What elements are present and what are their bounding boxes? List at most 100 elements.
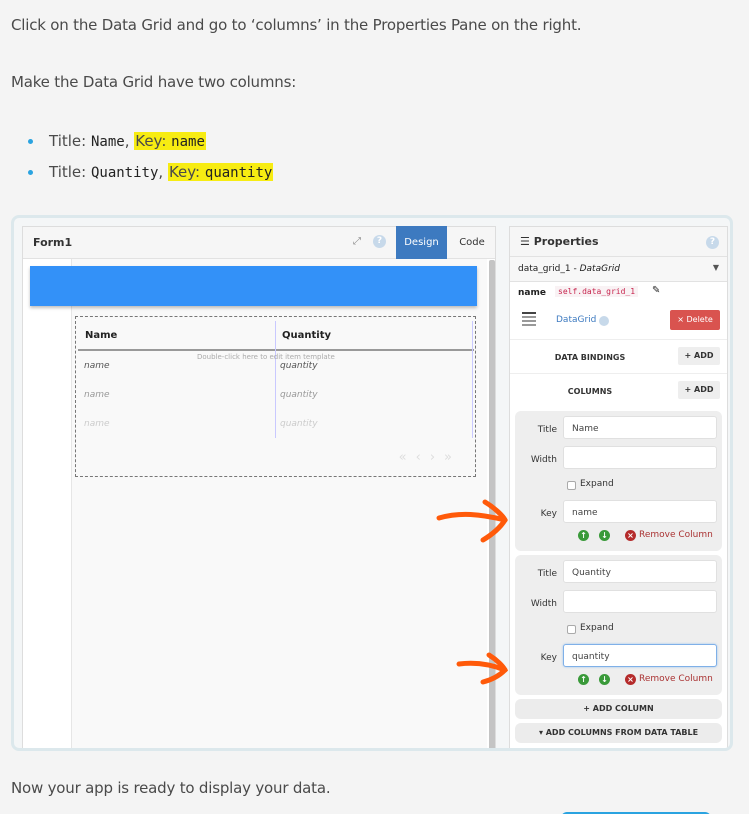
canvas-left-gutter	[23, 259, 72, 748]
prev-page-icon[interactable]: ‹	[416, 450, 430, 465]
column-editor: Title Name Width Expand Key name ↑ ↓ × R…	[515, 411, 722, 551]
width-label: Width	[530, 455, 557, 465]
column-title-input[interactable]: Name	[563, 416, 717, 439]
add-binding-button[interactable]: + ADD	[678, 347, 720, 365]
bullet-dot	[28, 139, 33, 144]
key-label: Key	[540, 653, 557, 663]
instruction-step-2: Make the Data Grid have two columns:	[11, 73, 297, 91]
add-column-button[interactable]: + ADD	[678, 381, 720, 399]
expand-icon[interactable]: ⤢	[353, 236, 361, 247]
sliders-icon: ☰	[520, 235, 530, 248]
name-value: self.data_grid_1	[555, 286, 639, 297]
component-selector[interactable]: data_grid_1 - DataGrid ▼	[510, 257, 727, 282]
column-spec-item: Title: Quantity, Key: quantity	[28, 161, 274, 192]
grid-pager: «‹›»	[399, 450, 461, 465]
screenshot-frame: Form1 ⤢ ? Design Code Name Quantity Doub…	[11, 215, 733, 751]
column-width-input[interactable]	[563, 590, 717, 613]
delete-button[interactable]: × Delete	[670, 310, 720, 330]
move-down-icon[interactable]: ↓	[599, 674, 610, 685]
column-spec-item: Title: Name, Key: name	[28, 130, 273, 161]
move-up-icon[interactable]: ↑	[578, 674, 589, 685]
columns-section: COLUMNS + ADD	[510, 374, 727, 408]
separator: -	[570, 264, 580, 274]
column-divider	[275, 321, 276, 438]
width-label: Width	[530, 599, 557, 609]
data-bindings-section: DATA BINDINGS + ADD	[510, 340, 727, 374]
expand-checkbox[interactable]	[567, 625, 576, 634]
grid-cell: quantity	[280, 361, 318, 371]
properties-panel: ☰ Properties ? data_grid_1 - DataGrid ▼ …	[509, 226, 728, 748]
annotation-arrow-icon	[436, 499, 508, 543]
help-icon[interactable]: ?	[373, 235, 386, 248]
last-page-icon[interactable]: »	[444, 450, 461, 465]
instruction-step-1: Click on the Data Grid and go to ‘column…	[11, 16, 582, 34]
separator: ,	[158, 163, 168, 181]
component-type-link[interactable]: DataGrid	[556, 315, 596, 325]
title-label: Title	[537, 569, 557, 579]
grid-cell: quantity	[280, 390, 318, 400]
tab-design[interactable]: Design	[396, 226, 447, 259]
title-prefix: Title:	[49, 163, 91, 181]
form-designer: Form1 ⤢ ? Design Code Name Quantity Doub…	[22, 226, 497, 748]
tab-code[interactable]: Code	[447, 227, 497, 259]
help-icon[interactable]	[599, 316, 609, 326]
properties-header: ☰ Properties ?	[510, 227, 727, 257]
remove-column-button[interactable]: Remove Column	[639, 530, 713, 540]
component-type-row: DataGrid × Delete	[510, 304, 727, 340]
title-label: Title	[537, 425, 557, 435]
component-id: data_grid_1	[518, 264, 571, 274]
add-columns-from-table-button[interactable]: ▾ ADD COLUMNS FROM DATA TABLE	[515, 723, 722, 743]
data-grid[interactable]: Name Quantity Double-click here to edit …	[75, 316, 476, 477]
expand-label: Expand	[580, 623, 614, 633]
remove-column-button[interactable]: Remove Column	[639, 674, 713, 684]
column-key-input[interactable]: quantity	[563, 644, 717, 667]
section-title: DATA BINDINGS	[554, 353, 626, 362]
column-width-input[interactable]	[563, 446, 717, 469]
remove-icon[interactable]: ×	[625, 530, 636, 541]
section-title: COLUMNS	[567, 387, 613, 396]
separator: ,	[124, 132, 135, 150]
key-value: quantity	[204, 165, 273, 181]
column-title-input[interactable]: Quantity	[563, 560, 717, 583]
key-prefix: Key:	[135, 132, 172, 150]
remove-icon[interactable]: ×	[625, 674, 636, 685]
annotation-arrow-icon	[456, 652, 509, 685]
move-up-icon[interactable]: ↑	[578, 530, 589, 541]
header-panel[interactable]	[30, 266, 477, 306]
grid-cell: name	[84, 419, 110, 429]
move-down-icon[interactable]: ↓	[599, 530, 610, 541]
name-label: name	[518, 288, 546, 298]
pencil-icon[interactable]: ✎	[652, 285, 660, 296]
first-page-icon[interactable]: «	[399, 450, 416, 465]
column-key-input[interactable]: name	[563, 500, 717, 523]
column-spec-list: Title: Name, Key: name Title: Quantity, …	[28, 130, 274, 192]
help-icon[interactable]: ?	[706, 236, 719, 249]
properties-title-text: Properties	[533, 235, 599, 248]
next-page-icon[interactable]: ›	[430, 450, 444, 465]
key-highlight: Key: quantity	[167, 163, 274, 181]
grid-cell: name	[84, 390, 110, 400]
name-row: name self.data_grid_1 ✎	[510, 282, 727, 304]
key-value: name	[171, 134, 205, 150]
key-label: Key	[540, 509, 557, 519]
expand-label: Expand	[580, 479, 614, 489]
grid-header-name: Name	[85, 330, 118, 341]
grid-header-row: Name Quantity	[78, 317, 474, 351]
component-type: DataGrid	[579, 264, 620, 274]
datagrid-icon	[522, 312, 536, 328]
grid-header-quantity: Quantity	[282, 330, 331, 341]
title-value: Name	[90, 134, 125, 150]
form-title: Form1	[33, 236, 73, 249]
add-column-wide-button[interactable]: + ADD COLUMN	[515, 699, 722, 719]
key-highlight: Key: name	[134, 132, 206, 150]
component-name: data_grid_1 - DataGrid	[518, 264, 620, 274]
closing-text: Now your app is ready to display your da…	[11, 779, 331, 797]
designer-header: Form1 ⤢ ? Design Code	[23, 226, 497, 259]
expand-checkbox[interactable]	[567, 481, 576, 490]
template-hint: Double-click here to edit item template	[197, 353, 335, 361]
grid-cell: name	[84, 361, 110, 371]
caret-down-icon: ▼	[712, 263, 719, 272]
key-prefix: Key:	[168, 163, 205, 181]
design-canvas[interactable]: Name Quantity Double-click here to edit …	[23, 259, 487, 748]
grid-cell: quantity	[280, 419, 318, 429]
